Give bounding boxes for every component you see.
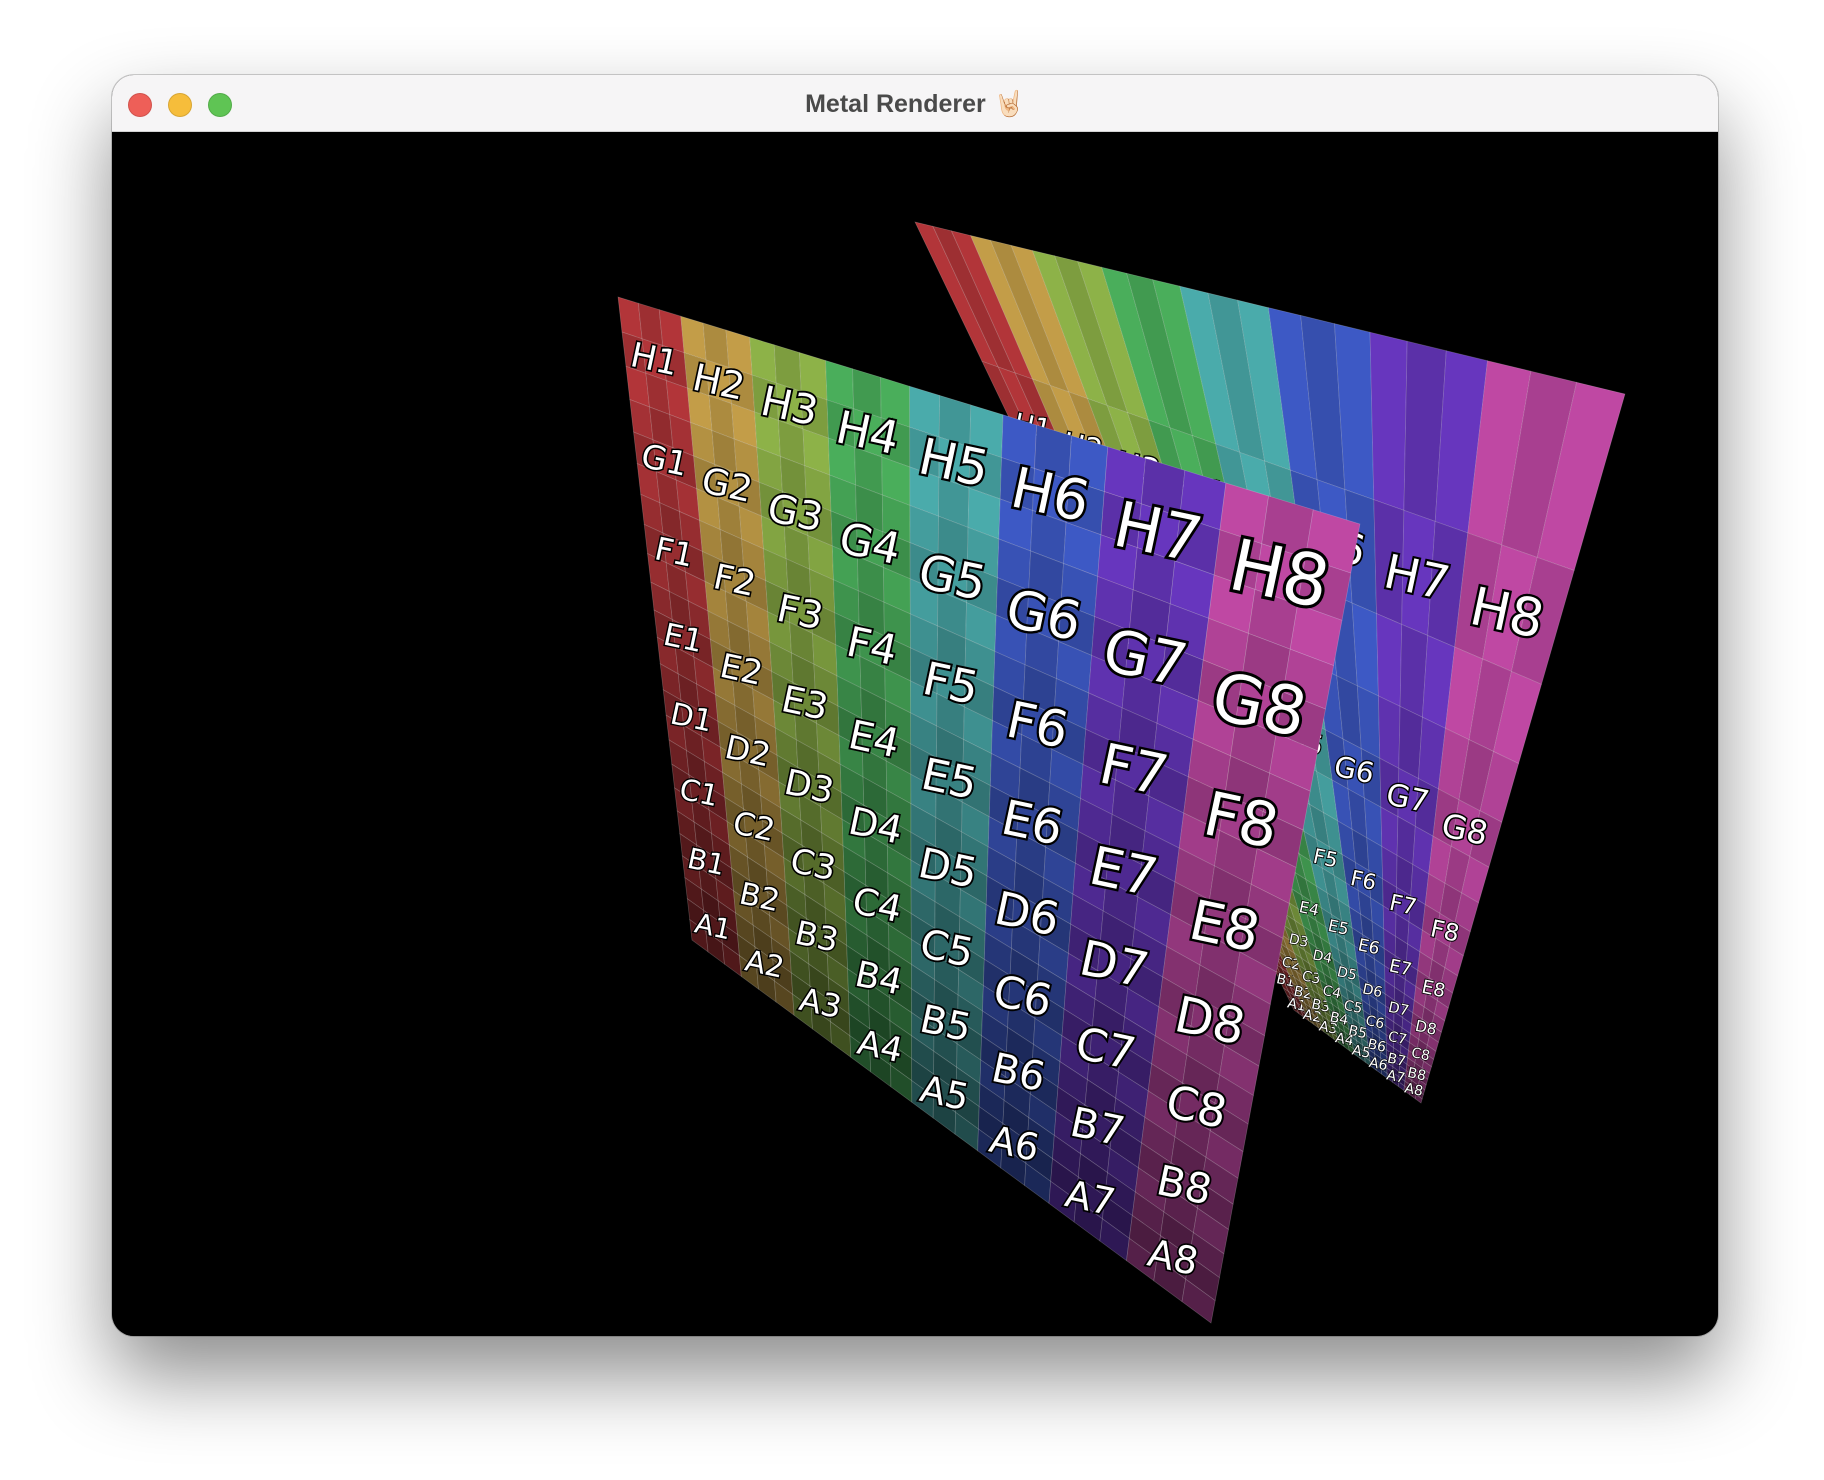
window-title-text: Metal Renderer [805, 90, 986, 118]
cell-label: F6 [1348, 866, 1378, 896]
cell-label: F3 [773, 586, 827, 639]
cell-label: F6 [1002, 690, 1074, 760]
rock-hand-emoji-icon: 🤘🏻 [993, 89, 1025, 118]
metal-render-viewport[interactable]: H1H2H3H4H5H6H7H8G1G2G3G4G5G6G7G8F1F2F3F4… [112, 132, 1718, 1336]
cell-label: F8 [1198, 779, 1285, 863]
cell-label: F8 [1428, 914, 1462, 947]
board-subcell [1378, 695, 1401, 769]
cell-label: A6 [1368, 1055, 1389, 1075]
board-subcell [1376, 613, 1403, 707]
board-subcell [1369, 331, 1408, 511]
cell-label: F4 [843, 618, 902, 675]
cell-label: F1 [652, 530, 697, 574]
cell-label: F7 [1387, 890, 1419, 921]
cell-label: F7 [1094, 732, 1174, 810]
cell-label: E4 [1297, 897, 1320, 920]
cell-label: F5 [918, 652, 983, 715]
cell-label: F2 [710, 557, 759, 605]
app-window: Metal Renderer🤘🏻 H1H2H3H4H5H6H7H8G1G2G3G… [112, 75, 1718, 1336]
render-scene: H1H2H3H4H5H6H7H8G1G2G3G4G5G6G7G8F1F2F3F4… [617, 221, 1626, 1324]
cell-label: A7 [1385, 1067, 1406, 1086]
cell-label: A8 [1403, 1080, 1424, 1099]
title-bar[interactable]: Metal Renderer 🤘🏻 [112, 75, 1718, 132]
window-title: Metal Renderer 🤘🏻 [112, 75, 1718, 132]
cell-label: F5 [1311, 844, 1340, 873]
